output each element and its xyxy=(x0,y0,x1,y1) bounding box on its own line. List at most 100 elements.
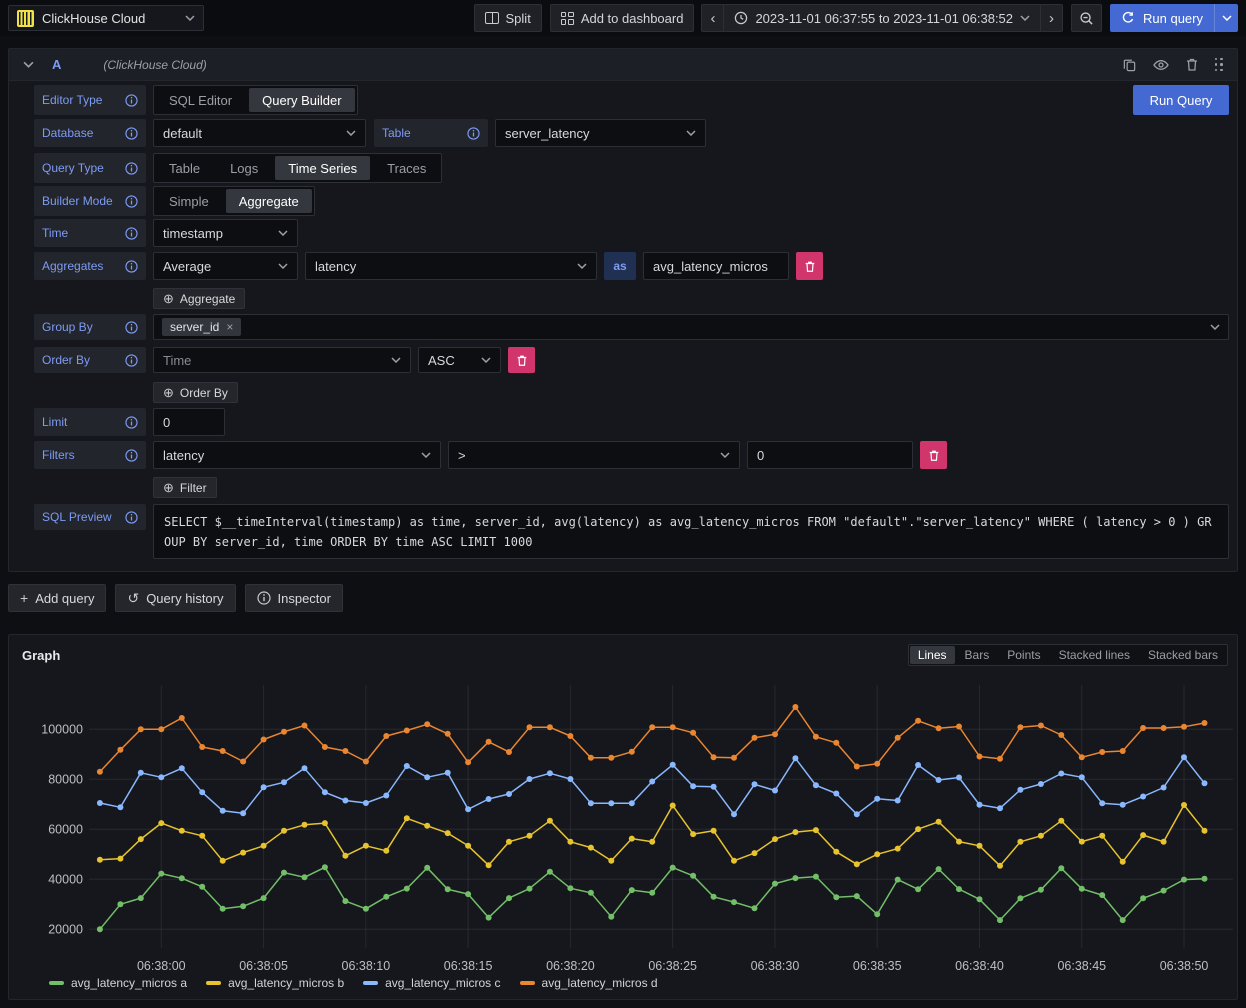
datasource-picker[interactable]: ClickHouse Cloud xyxy=(8,5,204,31)
remove-query-button[interactable] xyxy=(1185,57,1199,72)
query-type-option-logs[interactable]: Logs xyxy=(217,156,271,180)
series-point-avg-latency-micros-a xyxy=(997,917,1003,923)
series-point-avg-latency-micros-d xyxy=(915,718,921,724)
order-by-field-select[interactable]: Time xyxy=(153,347,411,373)
series-point-avg-latency-micros-d xyxy=(874,761,880,767)
add-query-button[interactable]: + Add query xyxy=(8,584,106,612)
group-by-multiselect[interactable]: server_id × xyxy=(153,314,1229,340)
run-query-options-button[interactable] xyxy=(1214,4,1238,32)
query-type-option-traces[interactable]: Traces xyxy=(374,156,439,180)
limit-input[interactable] xyxy=(154,409,224,435)
remove-filter-button[interactable] xyxy=(920,441,947,469)
series-point-avg-latency-micros-d xyxy=(424,721,430,727)
remove-order-by-button[interactable] xyxy=(508,347,535,373)
split-icon xyxy=(485,12,499,24)
display-mode-stacked-bars[interactable]: Stacked bars xyxy=(1140,646,1226,664)
series-point-avg-latency-micros-d xyxy=(342,748,348,754)
zoom-out-button[interactable] xyxy=(1071,4,1102,32)
builder-mode-option-simple[interactable]: Simple xyxy=(156,189,222,213)
series-point-avg-latency-micros-d xyxy=(1140,725,1146,731)
editor-type-option-sql-editor[interactable]: SQL Editor xyxy=(156,88,245,112)
database-select[interactable]: default xyxy=(153,119,366,147)
remove-aggregate-button[interactable] xyxy=(796,252,823,280)
chevron-left-icon: ‹ xyxy=(710,11,715,26)
query-type-option-time-series[interactable]: Time Series xyxy=(275,156,370,180)
series-point-avg-latency-micros-d xyxy=(1079,754,1085,760)
chevron-down-icon xyxy=(391,357,401,363)
series-point-avg-latency-micros-c xyxy=(833,791,839,797)
run-query-button[interactable]: Run query xyxy=(1110,4,1214,32)
series-point-avg-latency-micros-c xyxy=(363,800,369,806)
info-icon xyxy=(125,162,138,175)
toggle-visibility-button[interactable] xyxy=(1153,58,1169,72)
legend-item[interactable]: avg_latency_micros c xyxy=(363,976,500,990)
aggregate-column-select[interactable]: latency xyxy=(305,252,597,280)
add-order-by-button[interactable]: ⊕ Order By xyxy=(153,382,238,403)
legend-item[interactable]: avg_latency_micros a xyxy=(49,976,187,990)
series-point-avg-latency-micros-b xyxy=(588,845,594,851)
collapse-chevron-icon xyxy=(23,61,34,68)
run-query-label: Run query xyxy=(1143,11,1203,26)
filter-operator-select[interactable]: > xyxy=(448,441,740,469)
add-aggregate-button[interactable]: ⊕ Aggregate xyxy=(153,288,245,309)
query-row-header[interactable]: A (ClickHouse Cloud) xyxy=(9,49,1237,81)
series-point-avg-latency-micros-d xyxy=(404,728,410,734)
filter-value-input[interactable] xyxy=(748,442,912,468)
table-select[interactable]: server_latency xyxy=(495,119,706,147)
series-point-avg-latency-micros-d xyxy=(649,724,655,730)
legend-item[interactable]: avg_latency_micros d xyxy=(520,976,658,990)
remove-tag-icon[interactable]: × xyxy=(226,320,233,334)
info-icon xyxy=(125,321,138,334)
series-point-avg-latency-micros-c xyxy=(1161,785,1167,791)
legend-item[interactable]: avg_latency_micros b xyxy=(206,976,344,990)
time-forward-button[interactable]: › xyxy=(1040,4,1063,32)
display-mode-lines[interactable]: Lines xyxy=(910,646,955,664)
split-button[interactable]: Split xyxy=(474,4,542,32)
series-point-avg-latency-micros-b xyxy=(997,863,1003,869)
series-point-avg-latency-micros-b xyxy=(424,823,430,829)
series-point-avg-latency-micros-c xyxy=(1140,794,1146,800)
series-point-avg-latency-micros-b xyxy=(465,843,471,849)
time-back-button[interactable]: ‹ xyxy=(701,4,724,32)
inspector-button[interactable]: Inspector xyxy=(245,584,343,612)
display-mode-bars[interactable]: Bars xyxy=(957,646,998,664)
graph-panel-title: Graph xyxy=(22,648,60,663)
aggregate-function-select[interactable]: Average xyxy=(153,252,298,280)
series-point-avg-latency-micros-a xyxy=(1017,895,1023,901)
editor-type-option-query-builder[interactable]: Query Builder xyxy=(249,88,354,112)
query-type-option-table[interactable]: Table xyxy=(156,156,213,180)
editor-type-row: Editor Type SQL Editor Query Builder xyxy=(34,85,1229,115)
series-point-avg-latency-micros-a xyxy=(874,911,880,917)
explore-actions: + Add query ↺ Query history Inspector xyxy=(8,584,343,612)
time-range-picker[interactable]: 2023-11-01 06:37:55 to 2023-11-01 06:38:… xyxy=(723,4,1041,32)
series-point-avg-latency-micros-a xyxy=(1099,892,1105,898)
order-by-row: Order By Time ASC xyxy=(34,347,1229,373)
series-point-avg-latency-micros-c xyxy=(547,770,553,776)
add-filter-button[interactable]: ⊕ Filter xyxy=(153,477,217,498)
series-point-avg-latency-micros-b xyxy=(547,818,553,824)
series-point-avg-latency-micros-c xyxy=(1058,771,1064,777)
display-mode-points[interactable]: Points xyxy=(999,646,1048,664)
eye-icon xyxy=(1153,58,1169,72)
duplicate-query-button[interactable] xyxy=(1122,57,1137,72)
add-to-dashboard-button[interactable]: Add to dashboard xyxy=(550,4,695,32)
series-point-avg-latency-micros-d xyxy=(445,731,451,737)
series-point-avg-latency-micros-a xyxy=(261,895,267,901)
aggregate-alias-input[interactable] xyxy=(644,253,788,279)
run-query-panel-button[interactable]: Run Query xyxy=(1133,85,1229,115)
drag-handle-icon[interactable] xyxy=(1215,58,1223,72)
query-history-button[interactable]: ↺ Query history xyxy=(115,584,235,612)
order-by-direction-select[interactable]: ASC xyxy=(418,347,501,373)
filter-field-select[interactable]: latency xyxy=(153,441,441,469)
copy-icon xyxy=(1122,57,1137,72)
display-mode-stacked-lines[interactable]: Stacked lines xyxy=(1051,646,1138,664)
time-series-chart[interactable]: 06:38:0006:38:0506:38:1006:38:1506:38:20… xyxy=(9,681,1239,977)
series-point-avg-latency-micros-b xyxy=(977,843,983,849)
series-point-avg-latency-micros-b xyxy=(342,853,348,859)
series-point-avg-latency-micros-b xyxy=(302,822,308,828)
series-point-avg-latency-micros-b xyxy=(772,836,778,842)
builder-mode-option-aggregate[interactable]: Aggregate xyxy=(226,189,312,213)
series-point-avg-latency-micros-b xyxy=(567,839,573,845)
series-point-avg-latency-micros-b xyxy=(833,849,839,855)
time-column-select[interactable]: timestamp xyxy=(153,219,298,247)
